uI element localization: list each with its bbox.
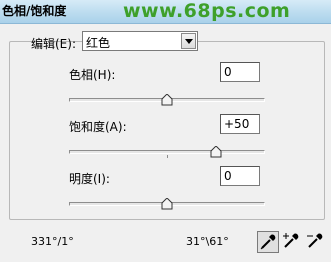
window-title: 色相/饱和度 (2, 4, 67, 18)
saturation-input[interactable]: +50 (220, 114, 260, 134)
edit-channel-value: 红色 (86, 36, 111, 50)
range-right-readout: 31°\61° (186, 235, 229, 248)
range-left-readout: 331°/1° (31, 235, 74, 248)
saturation-slider-track[interactable] (69, 150, 265, 154)
lightness-value: 0 (224, 169, 232, 183)
hue-value: 0 (224, 65, 232, 79)
eyedropper-subtract-tool-button[interactable] (305, 231, 327, 253)
title-bar: 色相/饱和度 www.68ps.com (0, 0, 331, 24)
lightness-label: 明度(I): (69, 172, 110, 186)
watermark-text: www.68ps.com (123, 0, 291, 22)
eyedropper-tool-button[interactable] (257, 231, 279, 253)
lightness-input[interactable]: 0 (220, 166, 260, 186)
chevron-down-icon[interactable] (181, 33, 196, 49)
hue-input[interactable]: 0 (220, 62, 260, 82)
eyedropper-add-tool-button[interactable] (281, 231, 303, 253)
eyedropper-minus-icon (307, 233, 323, 248)
edit-channel-select[interactable]: 红色 (82, 31, 198, 51)
saturation-center-tick (167, 155, 168, 158)
eyedropper-icon (260, 234, 276, 250)
hue-label: 色相(H): (69, 68, 116, 82)
lightness-slider-thumb[interactable] (161, 198, 173, 210)
eyedropper-plus-icon (283, 233, 299, 248)
saturation-slider-thumb[interactable] (210, 146, 222, 158)
edit-label: 编辑(E): (31, 37, 76, 51)
saturation-value: +50 (224, 117, 250, 131)
saturation-label: 饱和度(A): (69, 120, 127, 134)
hue-slider-thumb[interactable] (161, 94, 173, 106)
adjustment-group (9, 41, 325, 220)
